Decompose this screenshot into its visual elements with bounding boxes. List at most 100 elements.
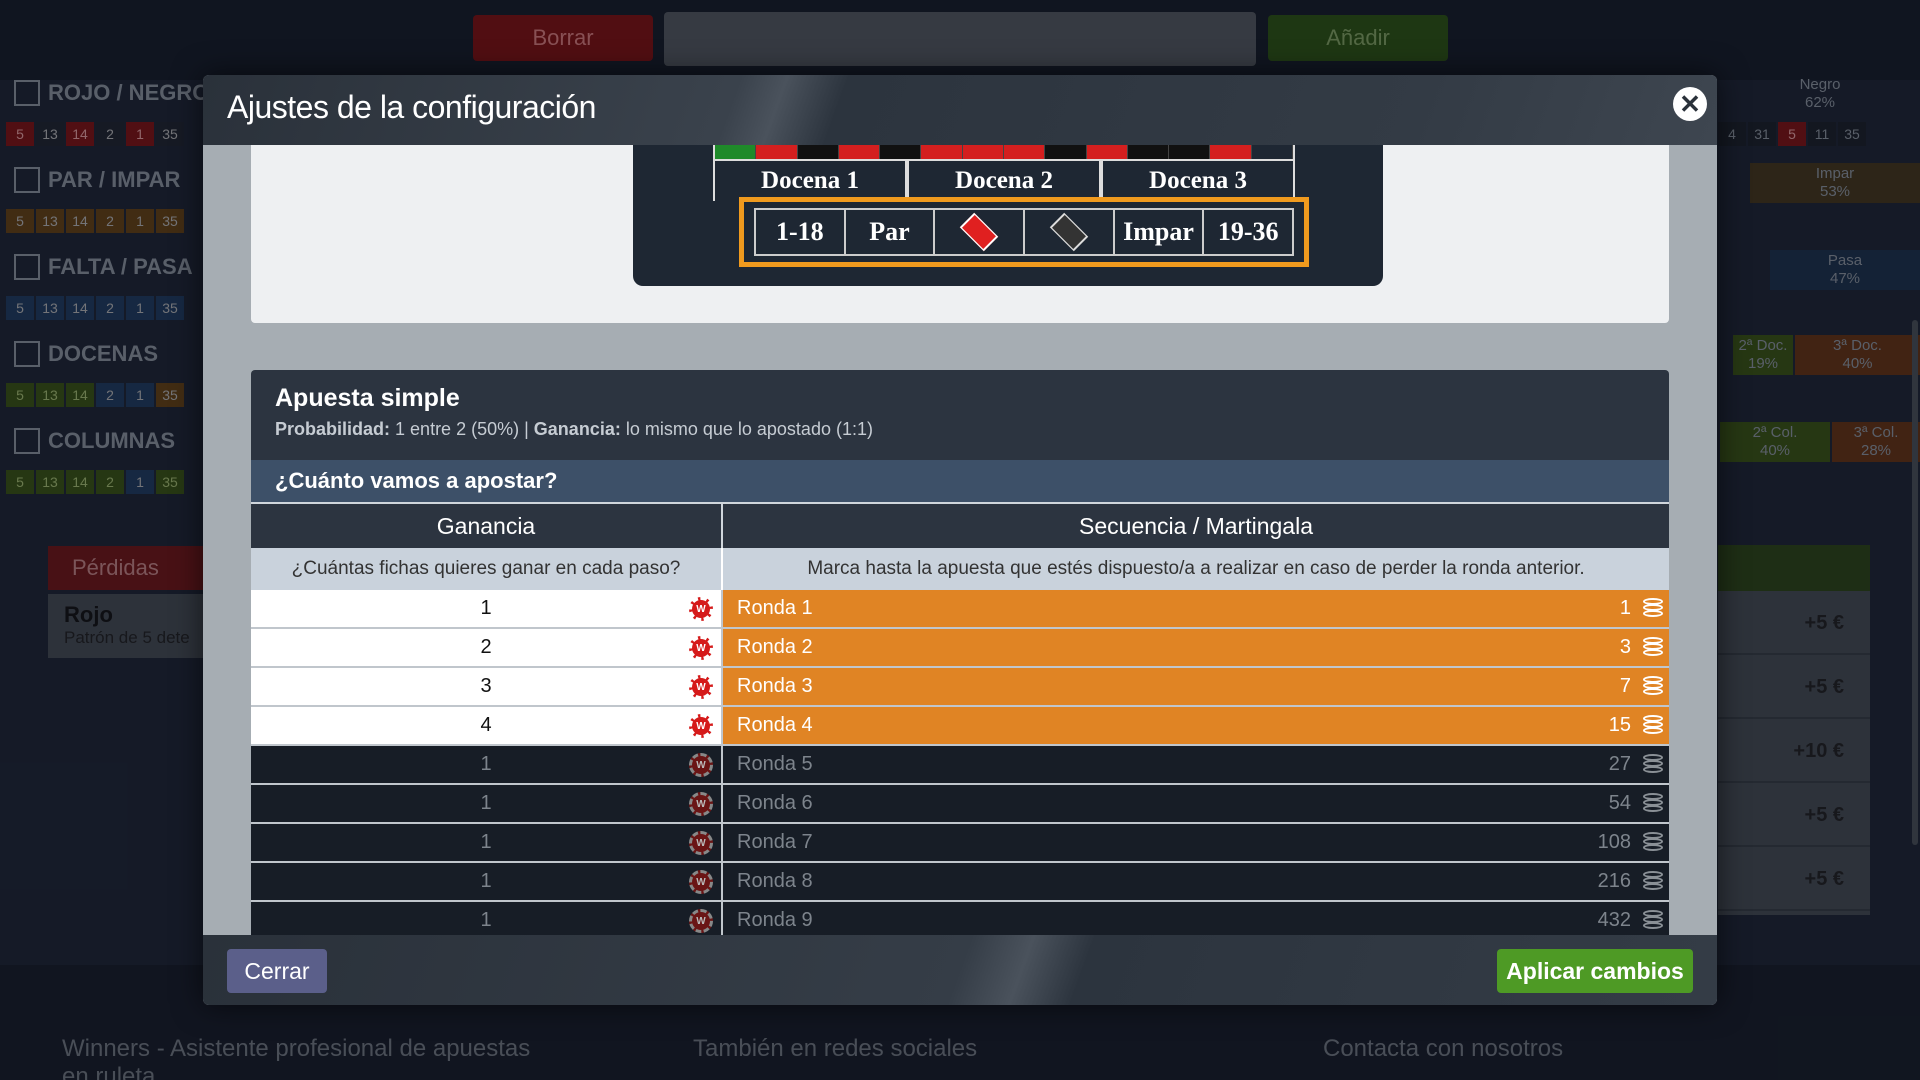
chip-icon[interactable]: W xyxy=(689,870,713,894)
modal-footer: Cerrar Aplicar cambios xyxy=(203,935,1717,1005)
dozens-row: Docena 1 Docena 2 Docena 3 xyxy=(713,161,1295,201)
table-column-headers: Ganancia Secuencia / Martingala xyxy=(251,504,1669,548)
round-label: Ronda 7 xyxy=(737,831,813,853)
round-cell[interactable]: Ronda 4 15 xyxy=(723,707,1669,744)
docena-1[interactable]: Docena 1 xyxy=(713,161,907,201)
coins-icon xyxy=(1643,754,1663,776)
gain-cell[interactable]: 1W xyxy=(251,590,723,627)
coins-icon xyxy=(1643,715,1663,737)
close-icon[interactable]: ✕ xyxy=(1673,87,1707,121)
table-row[interactable]: 1 W Ronda 5 27 xyxy=(251,746,1669,785)
modal-header: Ajustes de la configuración ✕ xyxy=(203,75,1717,145)
round-amount: 7 xyxy=(1619,675,1631,697)
coins-icon xyxy=(1643,637,1663,659)
round-label: Ronda 6 xyxy=(737,792,813,814)
coins-icon xyxy=(1643,832,1663,854)
bet-impar[interactable]: Impar xyxy=(1115,210,1205,254)
round-label: Ronda 9 xyxy=(737,909,813,931)
bet-question: ¿Cuánto vamos a apostar? xyxy=(251,460,1669,504)
round-amount: 54 xyxy=(1608,792,1631,814)
round-cell[interactable]: Ronda 6 54 xyxy=(723,785,1669,822)
round-label: Ronda 5 xyxy=(737,753,813,775)
gain-value: 1 xyxy=(480,597,492,619)
cerrar-button[interactable]: Cerrar xyxy=(227,949,327,993)
selected-bet-highlight: 1-18 Par Impar 19-36 xyxy=(739,197,1309,267)
modal-title: Ajustes de la configuración xyxy=(227,89,596,125)
gain-cell[interactable]: 3W xyxy=(251,668,723,705)
bet-info: Probabilidad: 1 entre 2 (50%) | Ganancia… xyxy=(275,419,873,439)
bet-header: Apuesta simple Probabilidad: 1 entre 2 (… xyxy=(251,370,1669,460)
round-label: Ronda 8 xyxy=(737,870,813,892)
table-row[interactable]: 1 W Ronda 9 432 xyxy=(251,902,1669,935)
coins-icon xyxy=(1643,910,1663,932)
bet-title: Apuesta simple xyxy=(275,384,460,412)
table-row[interactable]: 2 W Ronda 23 xyxy=(251,629,1669,668)
gain-value: 3 xyxy=(480,675,492,697)
gain-cell[interactable]: 1W xyxy=(251,785,723,822)
chip-icon[interactable]: W xyxy=(689,909,713,933)
round-cell[interactable]: Ronda 5 27 xyxy=(723,746,1669,783)
chip-icon[interactable]: W xyxy=(689,714,713,738)
gain-cell[interactable]: 1W xyxy=(251,824,723,861)
docena-2[interactable]: Docena 2 xyxy=(907,161,1101,201)
red-diamond-icon xyxy=(959,212,999,252)
bet-1-18[interactable]: 1-18 xyxy=(756,210,846,254)
chip-icon[interactable]: W xyxy=(689,831,713,855)
col-secuencia: Secuencia / Martingala xyxy=(1079,512,1313,539)
table-row[interactable]: 1 W Ronda 8 216 xyxy=(251,863,1669,902)
bet-19-36[interactable]: 19-36 xyxy=(1204,210,1292,254)
gain-cell[interactable]: 1W xyxy=(251,746,723,783)
gain-cell[interactable]: 4W xyxy=(251,707,723,744)
chip-icon[interactable]: W xyxy=(689,675,713,699)
gain-value: 1 xyxy=(480,909,492,931)
round-label: Ronda 4 xyxy=(737,714,813,736)
roulette-table: Docena 1 Docena 2 Docena 3 1-18 Par Impa… xyxy=(633,145,1383,286)
chip-icon[interactable]: W xyxy=(689,597,713,621)
round-amount: 432 xyxy=(1597,909,1631,931)
round-amount: 108 xyxy=(1597,831,1631,853)
coins-icon xyxy=(1643,598,1663,620)
roulette-card: Docena 1 Docena 2 Docena 3 1-18 Par Impa… xyxy=(251,145,1669,323)
gain-value: 4 xyxy=(480,714,492,736)
gain-value: 1 xyxy=(480,831,492,853)
coins-icon xyxy=(1643,871,1663,893)
bet-par[interactable]: Par xyxy=(846,210,936,254)
bet-rojo[interactable] xyxy=(935,210,1026,254)
table-row[interactable]: 1 W Ronda 11 xyxy=(251,590,1669,629)
gain-value: 1 xyxy=(480,792,492,814)
docena-3[interactable]: Docena 3 xyxy=(1101,161,1295,201)
settings-modal: Ajustes de la configuración ✕ Docena 1 D… xyxy=(203,75,1717,1005)
bet-negro[interactable] xyxy=(1025,210,1115,254)
chip-icon[interactable]: W xyxy=(689,636,713,660)
round-label: Ronda 1 xyxy=(737,597,813,619)
round-cell[interactable]: Ronda 1 1 xyxy=(723,590,1669,627)
coins-icon xyxy=(1643,676,1663,698)
table-row[interactable]: 1 W Ronda 6 54 xyxy=(251,785,1669,824)
round-label: Ronda 2 xyxy=(737,636,813,658)
gain-value: 1 xyxy=(480,753,492,775)
coins-icon xyxy=(1643,793,1663,815)
round-amount: 15 xyxy=(1608,714,1631,736)
round-cell[interactable]: Ronda 8 216 xyxy=(723,863,1669,900)
gain-cell[interactable]: 1W xyxy=(251,863,723,900)
round-amount: 1 xyxy=(1619,597,1631,619)
round-cell[interactable]: Ronda 9 432 xyxy=(723,902,1669,935)
round-cell[interactable]: Ronda 3 7 xyxy=(723,668,1669,705)
gain-cell[interactable]: 1W xyxy=(251,902,723,935)
sub-ganancia: ¿Cuántas fichas quieres ganar en cada pa… xyxy=(251,548,723,590)
table-row[interactable]: 1 W Ronda 7 108 xyxy=(251,824,1669,863)
gain-value: 1 xyxy=(480,870,492,892)
round-cell[interactable]: Ronda 7 108 xyxy=(723,824,1669,861)
bet-table: Apuesta simple Probabilidad: 1 entre 2 (… xyxy=(251,370,1669,935)
modal-body: Docena 1 Docena 2 Docena 3 1-18 Par Impa… xyxy=(203,145,1717,935)
round-cell[interactable]: Ronda 2 3 xyxy=(723,629,1669,666)
gain-cell[interactable]: 2W xyxy=(251,629,723,666)
outside-bets-row: 1-18 Par Impar 19-36 xyxy=(754,208,1294,256)
aplicar-cambios-button[interactable]: Aplicar cambios xyxy=(1497,949,1693,993)
round-amount: 216 xyxy=(1597,870,1631,892)
chip-icon[interactable]: W xyxy=(689,792,713,816)
table-row[interactable]: 3 W Ronda 37 xyxy=(251,668,1669,707)
chip-icon[interactable]: W xyxy=(689,753,713,777)
table-row[interactable]: 4 W Ronda 4 15 xyxy=(251,707,1669,746)
gain-value: 2 xyxy=(480,636,492,658)
